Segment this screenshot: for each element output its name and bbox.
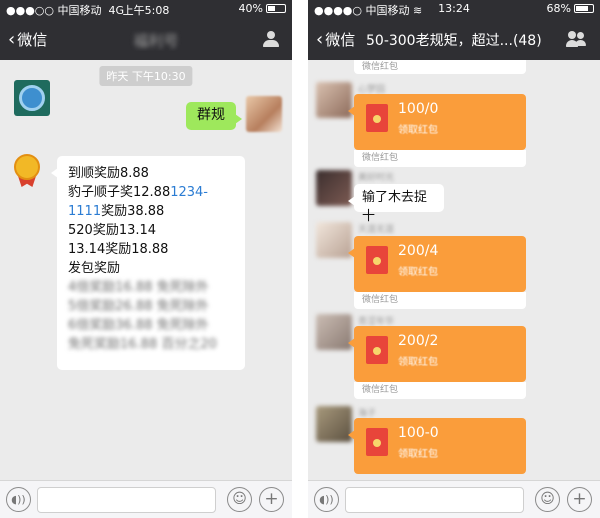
self-avatar[interactable]	[246, 96, 282, 132]
avatar[interactable]	[316, 170, 352, 206]
sender-name: 美好时光	[358, 173, 395, 183]
avatar[interactable]	[316, 222, 352, 258]
battery-indicator: 68%	[547, 2, 594, 15]
plus-icon[interactable]: +	[567, 487, 592, 512]
chat-screen-right: ●●●●○ 中国移动 ≋ 13:24 68% ‹ 微信 50-300老规矩，超过.…	[308, 0, 600, 518]
avatar[interactable]	[316, 82, 352, 118]
red-packet[interactable]: 200/4 领取红包 微信红包	[348, 236, 526, 309]
red-envelope-icon	[366, 336, 388, 364]
contact-icon[interactable]	[262, 31, 280, 47]
medal-avatar[interactable]	[10, 152, 46, 188]
message-input[interactable]	[345, 487, 524, 513]
rule-line: 520奖励13.14	[68, 223, 157, 238]
red-packet-text: 100-0	[398, 425, 439, 441]
rule-line: 豹子顺子奖12.881234-	[68, 185, 208, 200]
red-packet-action: 领取红包	[398, 357, 438, 368]
text-message[interactable]: 输了木去捉十	[348, 184, 444, 224]
chat-navbar: ‹ 微信 福利号	[0, 18, 292, 60]
avatar[interactable]	[316, 314, 352, 350]
back-button[interactable]: ‹ 微信	[316, 29, 355, 50]
red-packet[interactable]: 100-0 领取红包	[348, 418, 526, 474]
back-button[interactable]: ‹ 微信	[8, 29, 47, 50]
red-packet-text: 200/4	[398, 243, 439, 259]
rule-line: 13.14奖励18.88	[68, 242, 169, 257]
red-packet[interactable]: 100/0 领取红包 微信红包	[348, 94, 526, 167]
chat-screen-left: ●●●○○ 中国移动 4G 上午5:08 40% ‹ 微信 福利号 昨天 下午10…	[0, 0, 292, 518]
avatar[interactable]	[14, 80, 50, 116]
red-packet-text: 100/0	[398, 101, 439, 117]
message-list[interactable]: 昨天 下午10:30 群规 到顺奖励8.88 豹子顺子奖12.881234- 1…	[0, 60, 292, 480]
blurred-rule: 6倍奖励36.88 免死除外	[68, 318, 209, 333]
voice-icon[interactable]: ◖))	[314, 487, 339, 512]
battery-indicator: 40%	[239, 2, 286, 15]
group-members-icon[interactable]	[566, 31, 588, 47]
chevron-left-icon: ‹	[8, 29, 16, 50]
blurred-rule: 5倍奖励26.88 免死除外	[68, 299, 209, 314]
red-packet-action: 领取红包	[398, 267, 438, 278]
voice-icon[interactable]: ◖))	[6, 487, 31, 512]
rule-line: 发包奖励	[68, 261, 121, 276]
chevron-left-icon: ‹	[316, 29, 324, 50]
red-envelope-icon	[366, 104, 388, 132]
rule-line: 到顺奖励8.88	[68, 166, 149, 181]
red-packet-footer: 微信红包	[354, 150, 526, 167]
rule-link[interactable]: 1234-	[170, 185, 208, 200]
chat-title: 50-300老规矩，超过...(48)	[366, 33, 542, 49]
battery-icon	[266, 4, 286, 13]
medal-icon	[14, 154, 40, 180]
group-rules-message[interactable]: 到顺奖励8.88 豹子顺子奖12.881234- 1111奖励38.88 520…	[51, 156, 245, 370]
red-envelope-icon	[366, 246, 388, 274]
message-timestamp: 昨天 下午10:30	[99, 66, 193, 86]
rule-line: 1111奖励38.88	[68, 204, 165, 219]
status-bar: ●●●○○ 中国移动 4G 上午5:08 40%	[0, 0, 292, 18]
red-envelope-icon	[366, 428, 388, 456]
rule-link[interactable]: 1111	[68, 204, 101, 219]
message-list[interactable]: 微信红包 心梦园 100/0 领取红包 微信红包 美好时光 输了木去捉十 天涯无…	[308, 60, 600, 480]
blurred-rule: 免死奖励16.88 百分之20	[68, 337, 217, 352]
red-packet-footer: 微信红包	[354, 292, 526, 309]
chat-title: 福利号	[133, 32, 179, 50]
status-bar: ●●●●○ 中国移动 ≋ 13:24 68%	[308, 0, 600, 18]
chat-navbar: ‹ 微信 50-300老规矩，超过...(48)	[308, 18, 600, 60]
red-packet-action: 领取红包	[398, 449, 438, 460]
red-packet-action: 领取红包	[398, 125, 438, 136]
blurred-rule: 4倍奖励16.88 免死除外	[68, 280, 209, 295]
outgoing-message[interactable]: 群规	[186, 102, 242, 130]
battery-icon	[574, 4, 594, 13]
sender-name: 天涯无涯	[358, 225, 395, 235]
message-input[interactable]	[37, 487, 216, 513]
avatar[interactable]	[316, 406, 352, 442]
input-bar: ◖)) ☺ +	[0, 480, 292, 518]
red-packet-text: 200/2	[398, 333, 439, 349]
plus-icon[interactable]: +	[259, 487, 284, 512]
input-bar: ◖)) ☺ +	[308, 480, 600, 518]
emoji-icon[interactable]: ☺	[535, 487, 560, 512]
emoji-icon[interactable]: ☺	[227, 487, 252, 512]
red-packet[interactable]: 200/2 领取红包 微信红包	[348, 326, 526, 399]
red-packet-footer: 微信红包	[354, 382, 526, 399]
red-packet-footer: 微信红包	[354, 60, 526, 74]
